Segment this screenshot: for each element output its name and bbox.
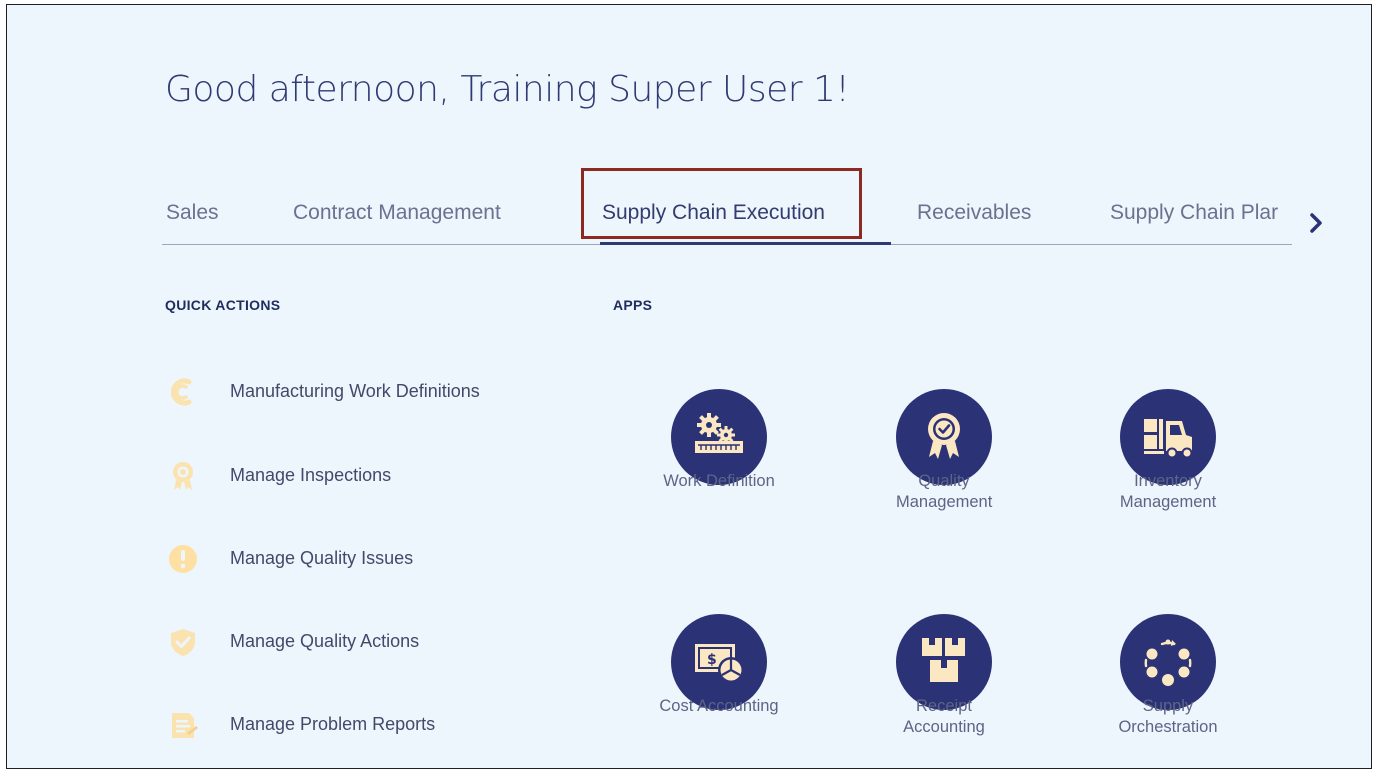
app-label: Work Definition bbox=[663, 472, 775, 490]
app-label: Inventory Management bbox=[1119, 472, 1217, 511]
quality-action-icon bbox=[167, 626, 199, 658]
tab-highlight-box bbox=[581, 168, 862, 239]
app-cost-accounting[interactable]: $ Cost Accounting bbox=[624, 614, 814, 754]
quick-action-manage-quality-issues[interactable]: Manage Quality Issues bbox=[167, 543, 547, 575]
quick-actions-heading: QUICK ACTIONS bbox=[165, 297, 281, 313]
apps-heading: APPS bbox=[613, 297, 653, 313]
quick-action-manage-quality-actions[interactable]: Manage Quality Actions bbox=[167, 626, 547, 658]
springboard-panel: Good afternoon, Training Super User 1! S… bbox=[6, 4, 1372, 769]
app-label: Quality Management bbox=[896, 472, 993, 511]
tab-sales[interactable]: Sales bbox=[166, 201, 219, 225]
tab-receivables[interactable]: Receivables bbox=[917, 201, 1031, 225]
tab-contract-management[interactable]: Contract Management bbox=[293, 201, 501, 225]
chevron-right-icon[interactable] bbox=[1303, 210, 1329, 236]
work-definitions-icon bbox=[167, 376, 199, 408]
quick-action-manage-problem-reports[interactable]: Manage Problem Reports bbox=[167, 709, 547, 741]
greeting-title: Good afternoon, Training Super User 1! bbox=[165, 69, 850, 110]
problem-report-icon bbox=[167, 709, 199, 741]
quick-action-label: Manage Inspections bbox=[230, 465, 392, 485]
quality-issue-icon bbox=[167, 543, 199, 575]
app-label: Receipt Accounting bbox=[903, 697, 985, 736]
quick-action-label: Manage Problem Reports bbox=[230, 714, 436, 734]
quick-action-manage-inspections[interactable]: Manage Inspections bbox=[167, 460, 547, 492]
app-quality-management[interactable]: Quality Management bbox=[849, 389, 1039, 529]
app-inventory-management[interactable]: Inventory Management bbox=[1073, 389, 1263, 529]
app-receipt-accounting[interactable]: Receipt Accounting bbox=[849, 614, 1039, 754]
app-work-definition[interactable]: Work Definition bbox=[624, 389, 814, 529]
quick-action-label: Manage Quality Actions bbox=[230, 631, 420, 651]
app-label: Cost Accounting bbox=[659, 697, 779, 715]
svg-text:$: $ bbox=[707, 652, 717, 668]
quick-action-label: Manage Quality Issues bbox=[230, 548, 414, 568]
quick-action-label: Manufacturing Work Definitions bbox=[230, 381, 480, 401]
active-tab-indicator bbox=[600, 242, 891, 245]
inspection-icon bbox=[167, 460, 199, 492]
tab-supply-chain-planning[interactable]: Supply Chain Plar bbox=[1110, 201, 1292, 225]
app-label: Supply Orchestration bbox=[1118, 697, 1218, 736]
app-supply-orchestration[interactable]: Supply Orchestration bbox=[1073, 614, 1263, 754]
quick-action-manufacturing-work-definitions[interactable]: Manufacturing Work Definitions bbox=[167, 376, 547, 408]
